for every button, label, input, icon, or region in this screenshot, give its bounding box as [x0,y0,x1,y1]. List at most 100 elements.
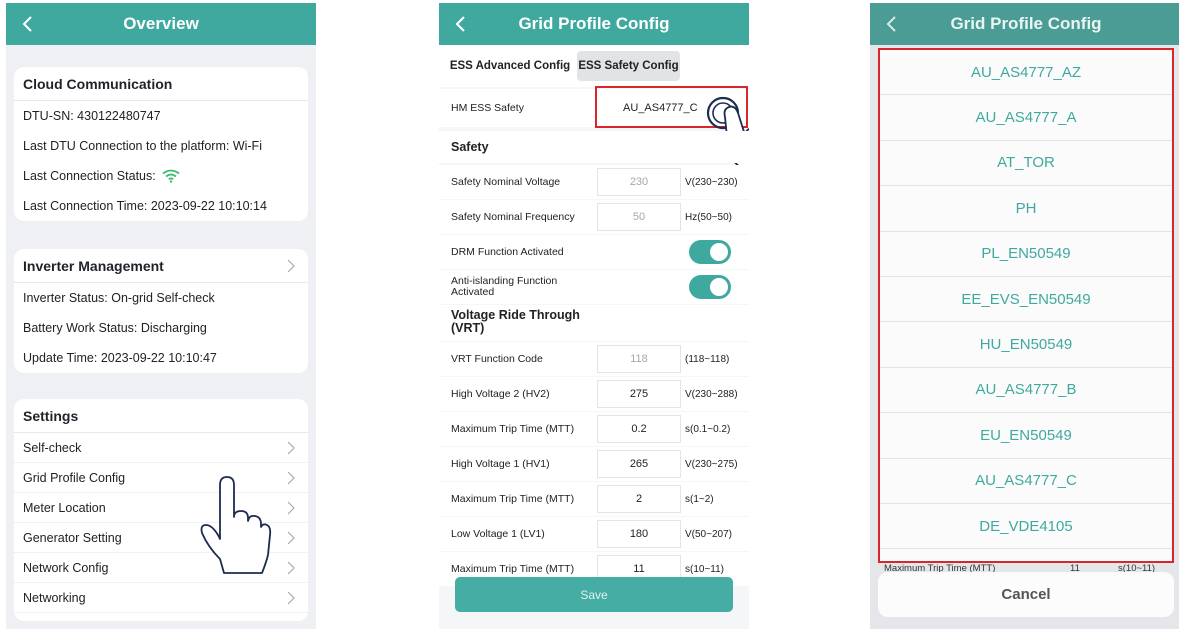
safety-section: Safety [439,131,749,163]
mtt1-row: Maximum Trip Time (MTT) 0.2 s(0.1~0.2) [439,412,749,446]
grid-profile-config-screen: Grid Profile Config ESS Advanced Config … [439,3,749,629]
chevron-right-icon [287,561,295,574]
hv1-row: High Voltage 1 (HV1) 265 V(230~275) [439,447,749,481]
settings-item-self-check[interactable]: Self-check [14,433,308,463]
settings-item-networking[interactable]: Networking [14,583,308,613]
nominal-frequency-row: Safety Nominal Frequency 50 Hz(50~50) [439,200,749,234]
anti-islanding-toggle[interactable] [689,275,731,299]
option-au-as4777-a[interactable]: AU_AS4777_A [880,95,1172,141]
nominal-voltage-row: Safety Nominal Voltage 230 V(230~230) [439,165,749,199]
overview-header: Overview [6,3,316,45]
overview-screen: Overview Cloud Communication DTU-SN: 430… [6,3,316,629]
option-ee-evs-en50549[interactable]: EE_EVS_EN50549 [880,277,1172,323]
option-au-as4777-b[interactable]: AU_AS4777_B [880,368,1172,414]
drm-row: DRM Function Activated [439,235,749,269]
hv1-label: High Voltage 1 (HV1) [451,457,550,470]
settings-title: Settings [14,399,308,433]
back-icon[interactable] [449,12,473,36]
nominal-frequency-input: 50 [597,203,681,231]
chevron-right-icon [287,501,295,514]
vrt-code-input: 118 [597,345,681,373]
settings-item-label: Network Config [23,560,109,575]
back-icon[interactable] [880,12,904,36]
back-icon[interactable] [16,12,40,36]
hv1-input[interactable]: 265 [597,450,681,478]
mtt1-range: s(0.1~0.2) [685,423,731,435]
option-au-as4777-az[interactable]: AU_AS4777_AZ [880,50,1172,96]
mtt2-row: Maximum Trip Time (MTT) 2 s(1~2) [439,482,749,516]
mtt2-label: Maximum Trip Time (MTT) [451,492,575,505]
option-eu-en50549[interactable]: EU_EN50549 [880,413,1172,459]
option-ph[interactable]: PH [880,186,1172,232]
option-at-tor[interactable]: AT_TOR [880,141,1172,187]
hv1-range: V(230~275) [685,458,738,470]
wifi-icon [162,169,180,183]
inverter-management-title[interactable]: Inverter Management [14,249,308,283]
lv1-range: V(50~207) [685,528,732,540]
last-connection-time: Last Connection Time: 2023-09-22 10:10:1… [23,199,267,213]
option-au-as4777-c[interactable]: AU_AS4777_C [880,459,1172,504]
cancel-button[interactable]: Cancel [878,572,1174,617]
hv2-input[interactable]: 275 [597,380,681,408]
config-tabs: ESS Advanced Config ESS Safety Config [439,45,749,87]
battery-work-status: Battery Work Status: Discharging [23,321,207,335]
hv2-row: High Voltage 2 (HV2) 275 V(230~288) [439,377,749,411]
nominal-voltage-input: 230 [597,168,681,196]
settings-item-label: Networking [23,590,86,605]
drm-label: DRM Function Activated [451,245,564,258]
mtt1-input[interactable]: 0.2 [597,415,681,443]
safety-title: Safety [451,140,489,154]
grid-profile-options-list[interactable]: AU_AS4777_AZ AU_AS4777_A AT_TOR PH PL_EN… [878,48,1174,563]
chevron-right-icon [287,471,295,484]
nominal-voltage-label: Safety Nominal Voltage [451,175,561,188]
option-hu-en50549[interactable]: HU_EN50549 [880,322,1172,368]
mtt1-label: Maximum Trip Time (MTT) [451,422,575,435]
lv1-label: Low Voltage 1 (LV1) [451,527,545,540]
inverter-status: Inverter Status: On-grid Self-check [23,291,215,305]
config-title: Grid Profile Config [518,14,670,33]
config-header: Grid Profile Config [439,3,749,45]
picker-header: Grid Profile Config [870,3,1179,45]
last-connection-status-label: Last Connection Status: [23,169,156,183]
cloud-communication-title: Cloud Communication [14,67,308,101]
grid-profile-picker-screen: Grid Profile Config AU_AS4777_AZ AU_AS47… [870,3,1179,629]
lv1-row: Low Voltage 1 (LV1) 180 V(50~207) [439,517,749,551]
vrt-section: Voltage Ride Through (VRT) [439,305,749,341]
settings-item-label: Generator Setting [23,530,122,545]
hv2-label: High Voltage 2 (HV2) [451,387,550,400]
inverter-management-card[interactable]: Inverter Management Inverter Status: On-… [14,249,308,373]
last-dtu-connection: Last DTU Connection to the platform: Wi-… [23,139,262,153]
chevron-right-icon [287,441,295,454]
settings-item-label: Meter Location [23,500,106,515]
update-time: Update Time: 2023-09-22 10:10:47 [23,351,217,365]
mtt2-range: s(1~2) [685,493,714,505]
lv1-input[interactable]: 180 [597,520,681,548]
page-title: Overview [123,14,199,33]
vrt-code-label: VRT Function Code [451,352,543,365]
hm-ess-safety-label: HM ESS Safety [451,101,524,114]
tab-ess-safety-config[interactable]: ESS Safety Config [577,51,680,81]
anti-islanding-row: Anti-islanding Function Activated [439,270,749,304]
picker-title: Grid Profile Config [950,14,1102,33]
nominal-frequency-range: Hz(50~50) [685,211,732,223]
vrt-code-row: VRT Function Code 118 (118~118) [439,342,749,376]
mtt2-input[interactable]: 2 [597,485,681,513]
chevron-right-icon [287,591,295,604]
vrt-code-range: (118~118) [685,353,730,365]
cloud-communication-card: Cloud Communication DTU-SN: 430122480747… [14,67,308,221]
chevron-right-icon [287,531,295,544]
drm-toggle[interactable] [689,240,731,264]
settings-item-label: Grid Profile Config [23,470,126,485]
hv2-range: V(230~288) [685,388,738,400]
vrt-title: Voltage Ride Through (VRT) [451,308,580,335]
tap-hand-icon [200,476,272,574]
option-pl-en50549[interactable]: PL_EN50549 [880,232,1172,277]
last-connection-status: Last Connection Status: [14,161,308,191]
dtu-sn: DTU-SN: 430122480747 [23,109,161,123]
anti-islanding-label: Anti-islanding Function Activated [451,275,558,298]
save-button[interactable]: Save [455,577,733,612]
settings-item-label: Self-check [23,440,82,455]
tab-ess-advanced-config[interactable]: ESS Advanced Config [445,51,575,81]
option-de-vde4105[interactable]: DE_VDE4105 [880,504,1172,550]
inverter-management-label: Inverter Management [23,257,164,274]
